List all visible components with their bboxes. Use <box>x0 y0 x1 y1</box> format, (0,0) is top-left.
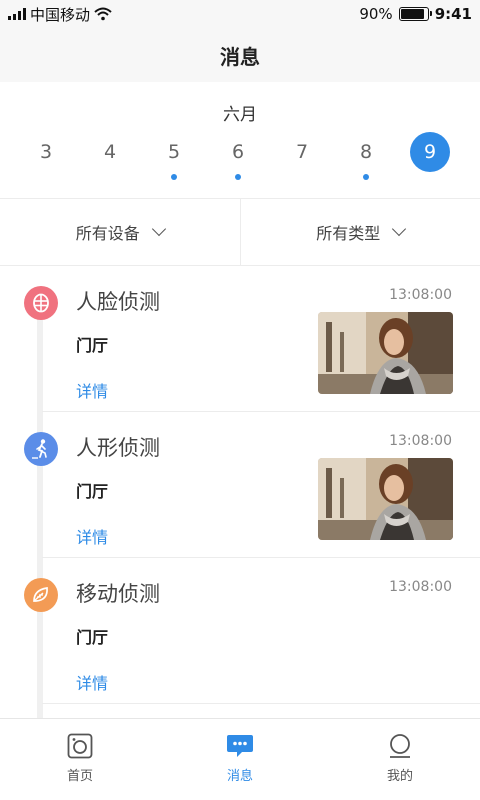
event-location: 门厅 <box>76 482 109 501</box>
camera-icon <box>67 733 93 759</box>
calendar-days: 3 4 5 6 7 8 9 <box>0 132 480 182</box>
event-thumbnail[interactable] <box>318 312 453 394</box>
event-list: 人脸侦测 13:08:00 门厅 详情 人形侦测 13:08:00 门厅 详情 … <box>0 266 480 718</box>
status-left: 中国移动 <box>8 4 112 25</box>
calendar-day-label: 7 <box>295 141 309 163</box>
battery-icon <box>398 7 432 21</box>
event-time: 13:08:00 <box>389 433 452 449</box>
detail-link[interactable]: 详情 <box>76 378 108 402</box>
face-detect-icon <box>24 286 58 320</box>
calendar-strip: 六月 3 4 5 6 7 8 9 <box>0 82 480 198</box>
calendar-day[interactable]: 7 <box>282 132 322 172</box>
event-title: 移动侦测 <box>76 582 160 606</box>
calendar-day[interactable]: 6 <box>218 132 258 180</box>
calendar-day-label: 3 <box>39 141 53 163</box>
tab-messages-label: 消息 <box>226 769 253 784</box>
human-detect-icon <box>24 432 58 466</box>
motion-detect-icon <box>24 578 58 612</box>
tab-home[interactable]: 首页 <box>0 719 160 800</box>
signal-icon <box>8 8 26 20</box>
type-filter[interactable]: 所有类型 <box>239 199 480 265</box>
filter-bar: 所有设备 所有类型 <box>0 198 480 266</box>
tab-profile[interactable]: 我的 <box>320 719 480 800</box>
calendar-day-label: 5 <box>167 141 181 163</box>
detail-link[interactable]: 详情 <box>76 670 108 694</box>
event-title: 人脸侦测 <box>76 290 160 314</box>
profile-icon <box>390 734 410 758</box>
event-item[interactable]: 移动侦测 13:08:00 门厅 详情 <box>0 558 480 704</box>
chevron-down-icon <box>392 221 407 237</box>
event-dot <box>363 174 369 180</box>
type-filter-label: 所有类型 <box>316 224 381 243</box>
calendar-day-label: 4 <box>103 141 117 163</box>
event-location: 门厅 <box>76 336 109 355</box>
calendar-day-label: 8 <box>359 141 373 163</box>
page-title: 消息 <box>220 44 260 69</box>
detail-link[interactable]: 详情 <box>76 524 108 548</box>
status-right: 90% 9:41 <box>359 5 472 23</box>
calendar-day[interactable]: 5 <box>154 132 194 180</box>
wifi-icon <box>94 7 112 21</box>
tab-home-label: 首页 <box>66 769 93 784</box>
divider <box>42 703 480 704</box>
tab-profile-label: 我的 <box>386 769 413 784</box>
event-time: 13:08:00 <box>389 287 452 303</box>
status-time: 9:41 <box>434 5 472 23</box>
calendar-month: 六月 <box>223 105 257 125</box>
event-time: 13:08:00 <box>389 579 452 595</box>
chevron-down-icon <box>151 221 166 237</box>
battery-percent: 90% <box>359 5 393 23</box>
event-dot <box>235 174 241 180</box>
event-location: 门厅 <box>76 628 109 647</box>
nav-header: 消息 <box>0 28 480 82</box>
event-thumbnail[interactable] <box>318 458 453 540</box>
calendar-day-label: 6 <box>231 141 245 163</box>
message-icon <box>227 735 253 757</box>
device-filter[interactable]: 所有设备 <box>0 199 240 265</box>
calendar-day[interactable]: 8 <box>346 132 386 180</box>
tab-messages[interactable]: 消息 <box>160 719 320 800</box>
event-title: 人形侦测 <box>76 436 160 460</box>
event-item[interactable]: 人脸侦测 13:08:00 门厅 详情 <box>0 266 480 412</box>
event-dot <box>171 174 177 180</box>
status-bar: 中国移动 90% 9:41 <box>0 0 480 28</box>
calendar-day[interactable]: 9 <box>410 132 450 172</box>
device-filter-label: 所有设备 <box>75 224 140 243</box>
bottom-tab-bar: 首页 消息 我的 <box>0 718 480 800</box>
event-item[interactable]: 人形侦测 13:08:00 门厅 详情 <box>0 412 480 558</box>
calendar-day-label: 9 <box>423 141 437 163</box>
calendar-day[interactable]: 3 <box>26 132 66 172</box>
carrier-name: 中国移动 <box>30 5 91 24</box>
calendar-day[interactable]: 4 <box>90 132 130 172</box>
